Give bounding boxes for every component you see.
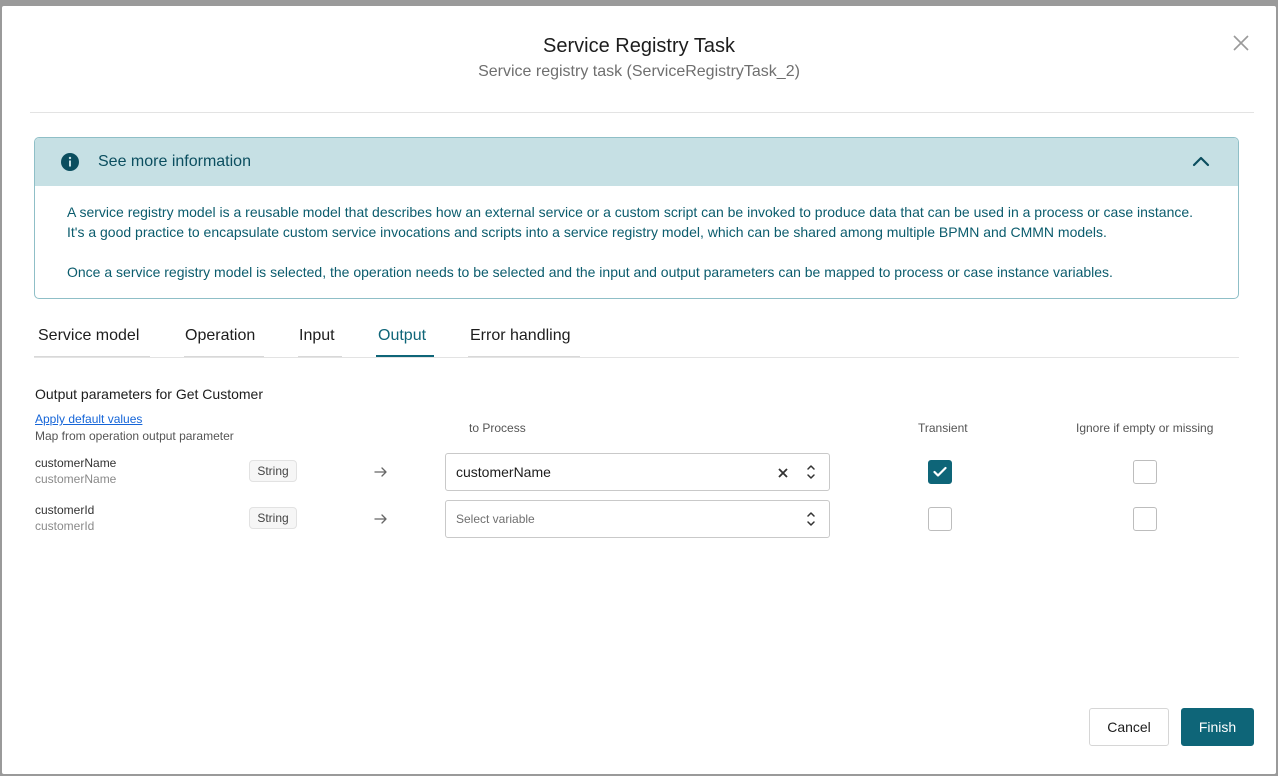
header-divider [30, 112, 1254, 113]
clear-icon[interactable] [777, 466, 789, 478]
param-name: customerId [35, 503, 95, 517]
info-panel: See more information A service registry … [34, 137, 1239, 299]
variable-select-placeholder: Select variable [456, 512, 535, 526]
param-name: customerName [35, 456, 117, 470]
chevron-up-icon[interactable] [1191, 152, 1211, 172]
tab-label: Operation [185, 327, 256, 344]
variable-select-value: customerName [456, 464, 551, 480]
ignore-checkbox[interactable] [1133, 507, 1157, 531]
transient-checkbox[interactable] [928, 460, 952, 484]
to-process-header: to Process [469, 421, 526, 435]
finish-button[interactable]: Finish [1181, 708, 1254, 746]
tab-service-model[interactable]: Service model [34, 320, 150, 357]
ignore-checkbox[interactable] [1133, 460, 1157, 484]
tab-label: Service model [38, 327, 140, 344]
dialog-title: Service Registry Task [543, 35, 735, 57]
output-section-title: Output parameters for Get Customer [35, 386, 263, 402]
chevron-updown-icon [806, 463, 816, 481]
tab-error-handling[interactable]: Error handling [468, 320, 580, 357]
info-icon [61, 153, 79, 171]
param-id: customerId [35, 519, 95, 533]
tab-label: Error handling [470, 327, 571, 344]
variable-select[interactable]: Select variable [445, 500, 830, 538]
tab-label: Input [299, 327, 335, 344]
checkmark-icon [933, 466, 947, 477]
map-from-label: Map from operation output parameter [35, 429, 234, 443]
service-registry-task-dialog: Service Registry Task Service registry t… [2, 6, 1276, 774]
info-panel-title: See more information [98, 153, 251, 170]
cancel-button[interactable]: Cancel [1089, 708, 1169, 746]
ignore-header: Ignore if empty or missing [1076, 421, 1214, 435]
info-paragraph-2: Once a service registry model is selecte… [67, 264, 1113, 280]
param-id: customerName [35, 472, 117, 486]
close-icon[interactable] [1231, 33, 1251, 53]
tab-operation[interactable]: Operation [184, 320, 264, 357]
arrow-right-icon [373, 511, 389, 527]
tab-output[interactable]: Output [376, 320, 434, 357]
info-paragraph-1: A service registry model is a reusable m… [67, 204, 1194, 240]
transient-checkbox[interactable] [928, 507, 952, 531]
type-badge: String [249, 460, 297, 482]
chevron-updown-icon [806, 510, 816, 528]
tab-input[interactable]: Input [298, 320, 342, 357]
arrow-right-icon [373, 464, 389, 480]
apply-default-values-link[interactable]: Apply default values [35, 412, 142, 426]
tab-label: Output [378, 327, 427, 344]
type-badge: String [249, 507, 297, 529]
variable-select[interactable]: customerName [445, 453, 830, 491]
dialog-subtitle: Service registry task (ServiceRegistryTa… [478, 63, 800, 80]
tab-bar: Service model Operation Input Output Err… [34, 320, 1239, 358]
transient-header: Transient [918, 421, 968, 435]
info-panel-header[interactable]: See more information [35, 138, 1238, 186]
info-panel-body: A service registry model is a reusable m… [35, 186, 1238, 282]
